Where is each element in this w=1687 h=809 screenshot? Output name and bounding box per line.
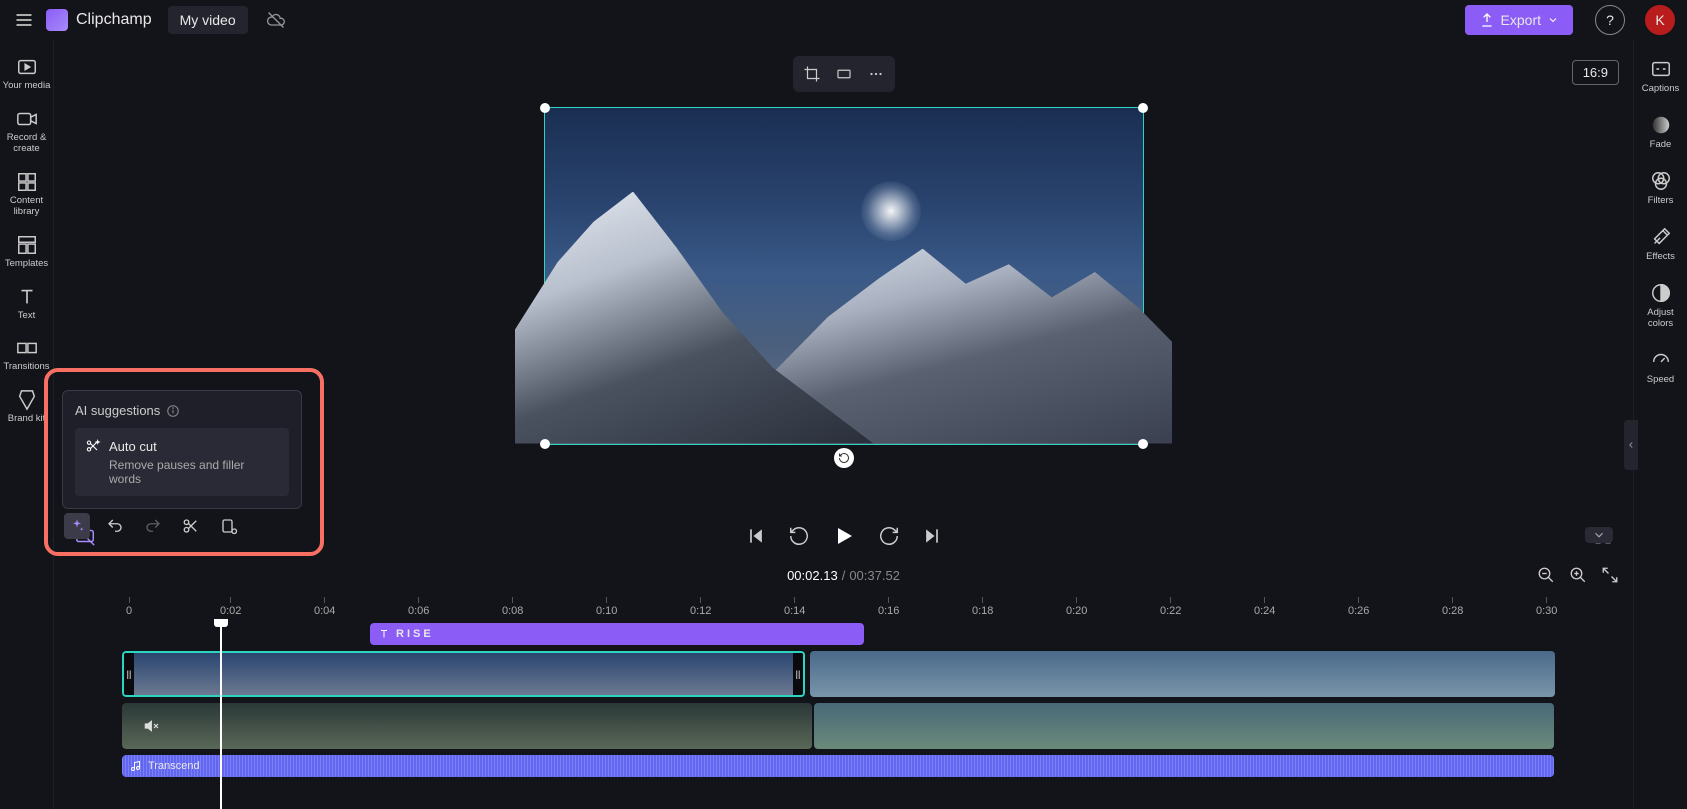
text-clip[interactable]: RISE xyxy=(370,623,864,645)
ai-suggestion-autocut[interactable]: Auto cut Remove pauses and filler words xyxy=(75,428,289,496)
scissors-sparkle-icon xyxy=(85,438,101,454)
ruler-tick: 0 xyxy=(126,597,132,617)
video-preview[interactable] xyxy=(544,107,1144,445)
sidebar-fade[interactable]: Fade xyxy=(1636,106,1686,158)
zoom-out-button[interactable] xyxy=(1537,566,1555,584)
timeline: RISE || || xyxy=(54,619,1633,809)
project-name[interactable]: My video xyxy=(168,6,248,34)
crop-tool-button[interactable] xyxy=(216,513,242,539)
sidebar-filters[interactable]: Filters xyxy=(1636,162,1686,214)
ruler-tick: 0:30 xyxy=(1536,597,1557,617)
ai-panel-title: AI suggestions xyxy=(75,403,160,418)
forward-button[interactable] xyxy=(878,525,900,547)
skip-end-button[interactable] xyxy=(922,526,942,546)
play-button[interactable] xyxy=(832,524,856,548)
help-button[interactable]: ? xyxy=(1595,5,1625,35)
time-display: 00:02.13 / 00:37.52 xyxy=(54,561,1633,589)
ruler-tick: 0:22 xyxy=(1160,597,1181,617)
redo-button[interactable] xyxy=(140,513,166,539)
left-sidebar: Your media Record & create Content libra… xyxy=(0,40,54,809)
video-track-2 xyxy=(122,703,1623,749)
autocut-title: Auto cut xyxy=(109,439,157,454)
sidebar-your-media[interactable]: Your media xyxy=(2,50,52,98)
collapse-timeline-button[interactable] xyxy=(1585,527,1613,543)
app-name: Clipchamp xyxy=(76,11,152,29)
audio-clip-label: Transcend xyxy=(148,760,200,772)
resize-handle[interactable] xyxy=(1138,103,1148,113)
text-track: RISE xyxy=(122,623,1623,645)
clipchamp-logo-icon xyxy=(46,9,68,31)
rotate-handle[interactable] xyxy=(834,448,854,468)
menu-button[interactable] xyxy=(12,8,36,32)
ai-sparkle-button[interactable] xyxy=(64,513,90,539)
clip-handle-left[interactable]: || xyxy=(124,653,134,695)
sidebar-record-create[interactable]: Record & create xyxy=(2,102,52,161)
video-clip[interactable] xyxy=(810,651,1555,697)
rewind-button[interactable] xyxy=(788,525,810,547)
ruler-tick: 0:08 xyxy=(502,597,523,617)
ruler-tick: 0:02 xyxy=(220,597,241,617)
sidebar-transitions[interactable]: Transitions xyxy=(2,331,52,379)
sidebar-effects[interactable]: Effects xyxy=(1636,218,1686,270)
fit-button[interactable] xyxy=(829,60,859,88)
ai-suggestions-panel: AI suggestions Auto cut Remove pauses an… xyxy=(62,390,302,509)
sidebar-speed[interactable]: Speed xyxy=(1636,341,1686,393)
timeline-ruler: 0 0:02 0:04 0:06 0:08 0:10 0:12 0:14 0:16 0:18 0:2… xyxy=(54,589,1633,619)
ruler-tick: 0:16 xyxy=(878,597,899,617)
app-header: Clipchamp My video Export ? K xyxy=(0,0,1687,40)
clip-handle-right[interactable]: || xyxy=(793,653,803,695)
total-time: 00:37.52 xyxy=(849,568,900,583)
mute-icon[interactable] xyxy=(144,718,160,734)
sidebar-content-library[interactable]: Content library xyxy=(2,165,52,224)
ruler-tick: 0:18 xyxy=(972,597,993,617)
audio-clip[interactable]: Transcend xyxy=(122,755,1554,777)
sidebar-adjust-colors[interactable]: Adjust colors xyxy=(1636,274,1686,337)
info-icon[interactable] xyxy=(166,404,180,418)
right-sidebar: Captions Fade Filters Effects Adjust col… xyxy=(1633,40,1687,809)
app-logo[interactable]: Clipchamp xyxy=(46,9,152,31)
zoom-in-button[interactable] xyxy=(1569,566,1587,584)
split-button[interactable] xyxy=(178,513,204,539)
video-clip-selected[interactable]: || || xyxy=(122,651,805,697)
playback-controls xyxy=(54,511,1633,561)
sidebar-captions[interactable]: Captions xyxy=(1636,50,1686,102)
ruler-tick: 0:10 xyxy=(596,597,617,617)
audio-track: Transcend xyxy=(122,755,1623,777)
more-options-button[interactable] xyxy=(861,60,891,88)
collapse-right-panel[interactable] xyxy=(1624,420,1638,470)
autocut-desc: Remove pauses and filler words xyxy=(109,458,279,486)
text-clip-label: RISE xyxy=(396,628,434,640)
ruler-tick: 0:06 xyxy=(408,597,429,617)
ruler-tick: 0:14 xyxy=(784,597,805,617)
cloud-off-icon[interactable] xyxy=(266,10,286,30)
user-avatar[interactable]: K xyxy=(1645,5,1675,35)
playhead[interactable] xyxy=(220,619,222,809)
undo-button[interactable] xyxy=(102,513,128,539)
current-time: 00:02.13 xyxy=(787,568,838,583)
ruler-tick: 0:20 xyxy=(1066,597,1087,617)
skip-start-button[interactable] xyxy=(746,526,766,546)
ruler-tick: 0:24 xyxy=(1254,597,1275,617)
aspect-ratio-badge[interactable]: 16:9 xyxy=(1572,60,1619,85)
resize-handle[interactable] xyxy=(540,103,550,113)
sidebar-text[interactable]: Text xyxy=(2,280,52,328)
resize-handle[interactable] xyxy=(1138,439,1148,449)
ruler-tick: 0:04 xyxy=(314,597,335,617)
ruler-tick: 0:12 xyxy=(690,597,711,617)
export-button[interactable]: Export xyxy=(1465,5,1573,35)
crop-button[interactable] xyxy=(797,60,827,88)
fit-timeline-button[interactable] xyxy=(1601,566,1619,584)
ruler-tick: 0:26 xyxy=(1348,597,1369,617)
ruler-tick: 0:28 xyxy=(1442,597,1463,617)
sidebar-brand-kit[interactable]: Brand kit xyxy=(2,383,52,431)
export-label: Export xyxy=(1501,12,1541,28)
preview-toolbar xyxy=(793,56,895,92)
video-clip[interactable] xyxy=(814,703,1554,749)
video-track-1: || || xyxy=(122,651,1623,697)
resize-handle[interactable] xyxy=(540,439,550,449)
video-clip[interactable] xyxy=(122,703,812,749)
sidebar-templates[interactable]: Templates xyxy=(2,228,52,276)
timeline-toolbar xyxy=(56,505,250,547)
